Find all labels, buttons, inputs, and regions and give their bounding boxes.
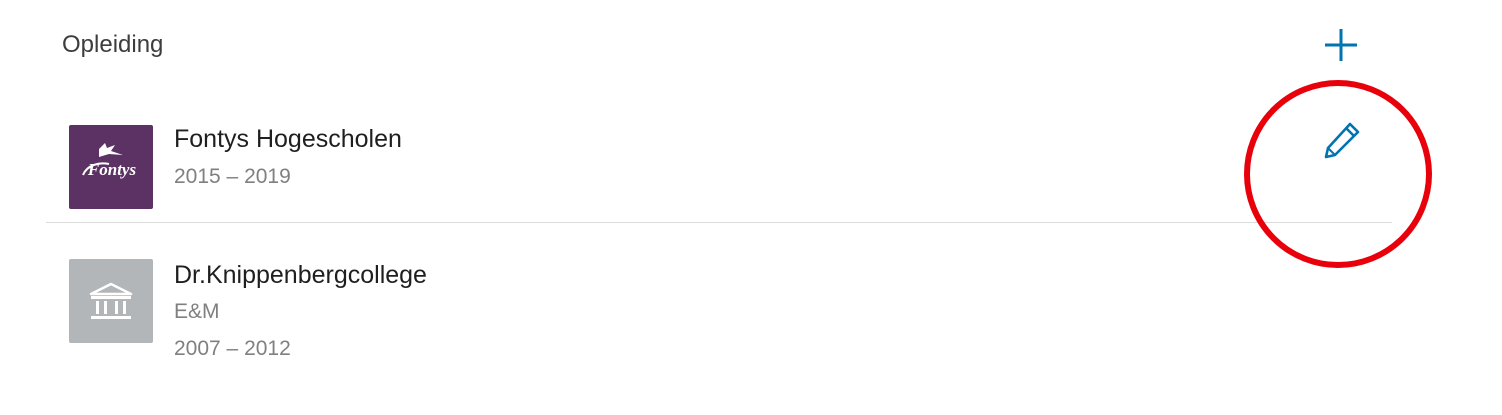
field-of-study: E&M — [174, 300, 220, 323]
edit-education-button[interactable] — [1322, 120, 1362, 160]
section-title: Opleiding — [62, 31, 164, 58]
school-name[interactable]: Fontys Hogescholen — [174, 122, 402, 156]
education-item: Fontys Fontys Hogescholen 2015 – 2019 — [0, 120, 1502, 224]
study-dates: 2015 – 2019 — [174, 165, 291, 188]
add-education-button[interactable] — [1322, 26, 1360, 64]
school-logo-placeholder[interactable] — [69, 259, 153, 343]
study-dates: 2007 – 2012 — [174, 337, 291, 360]
plus-icon — [1325, 29, 1357, 61]
school-logo-fontys[interactable]: Fontys — [69, 125, 153, 209]
logo-text: Fontys — [87, 160, 137, 179]
school-building-icon — [89, 282, 133, 319]
education-item: Dr.Knippenbergcollege E&M 2007 – 2012 — [0, 256, 1502, 406]
fontys-logo: Fontys — [82, 143, 137, 179]
school-name[interactable]: Dr.Knippenbergcollege — [174, 258, 427, 292]
pencil-icon — [1324, 122, 1360, 159]
divider — [46, 222, 1392, 223]
